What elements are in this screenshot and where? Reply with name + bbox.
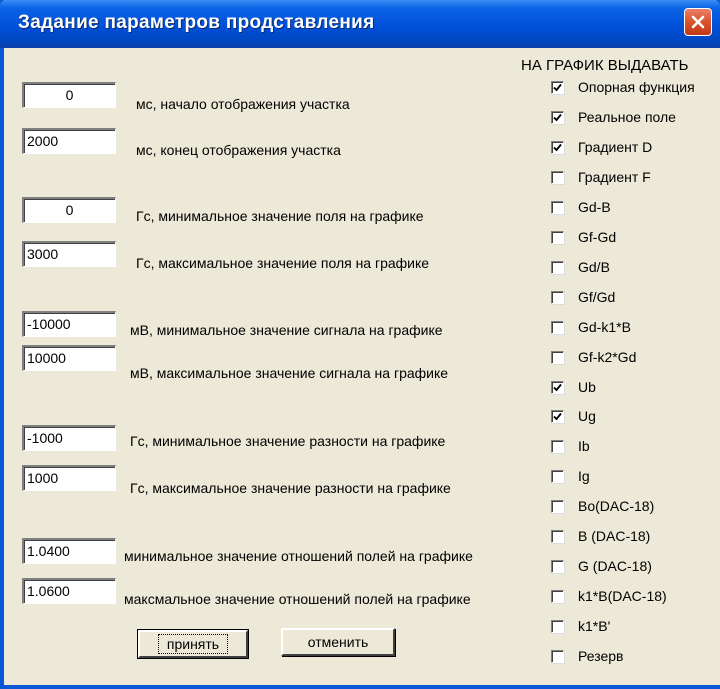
output-option[interactable]: Ig — [551, 466, 590, 486]
checkmark-icon — [553, 113, 562, 121]
ratio-min-label: минимальное значение отношений полей на … — [124, 548, 473, 564]
output-option[interactable]: Gd-k1*B — [551, 317, 631, 337]
checkbox[interactable] — [551, 439, 564, 453]
checkmark-icon — [553, 83, 562, 91]
ratio-min-input[interactable]: 1.0400 — [22, 538, 116, 564]
field-max-input[interactable]: 3000 — [22, 241, 116, 267]
output-option-label: Ib — [578, 438, 590, 454]
checkmark-icon — [553, 383, 562, 391]
signal-min-input[interactable]: -10000 — [22, 311, 116, 337]
checkbox[interactable] — [551, 260, 564, 274]
checkbox[interactable] — [551, 200, 564, 214]
signal-max-label: мВ, максимальное значение сигнала на гра… — [130, 365, 449, 381]
output-option[interactable]: Gf-k2*Gd — [551, 347, 636, 367]
checkbox[interactable] — [551, 589, 564, 603]
checkbox[interactable] — [551, 409, 564, 423]
output-option-label: Gd/B — [578, 259, 610, 275]
checkbox[interactable] — [551, 499, 564, 513]
display-start-input[interactable]: 0 — [22, 82, 116, 108]
checkbox[interactable] — [551, 350, 564, 364]
checkbox[interactable] — [551, 110, 564, 124]
checkbox[interactable] — [551, 170, 564, 184]
signal-max-input[interactable]: 10000 — [22, 345, 116, 371]
checkbox[interactable] — [551, 469, 564, 483]
ratio-max-label: максмальное значение отношений полей на … — [124, 591, 471, 607]
checkbox[interactable] — [551, 619, 564, 633]
checkbox[interactable] — [551, 140, 564, 154]
output-option-label: Резерв — [578, 648, 624, 664]
output-option[interactable]: B (DAC-18) — [551, 526, 650, 546]
output-option-label: Ub — [578, 379, 596, 395]
checkbox[interactable] — [551, 230, 564, 244]
checkmark-icon — [553, 412, 562, 420]
checkbox[interactable] — [551, 320, 564, 334]
output-option[interactable]: Реальное поле — [551, 107, 676, 127]
dialog-window: Задание параметров продставления НА ГРАФ… — [0, 0, 720, 689]
output-option[interactable]: Gf-Gd — [551, 227, 616, 247]
output-option[interactable]: k1*B(DAC-18) — [551, 586, 667, 606]
output-option[interactable]: Опорная функция — [551, 77, 695, 97]
close-button[interactable] — [684, 8, 712, 36]
difference-max-label: Гс, максимальное значение разности на гр… — [130, 480, 451, 496]
checkbox[interactable] — [551, 290, 564, 304]
output-option[interactable]: k1*B' — [551, 616, 610, 636]
window-title: Задание параметров продставления — [18, 12, 375, 33]
checkmark-icon — [553, 143, 562, 151]
close-icon — [691, 15, 705, 29]
output-option[interactable]: Gf/Gd — [551, 287, 615, 307]
output-option-label: Gd-B — [578, 199, 611, 215]
output-option[interactable]: G (DAC-18) — [551, 556, 652, 576]
output-option-label: k1*B(DAC-18) — [578, 588, 667, 604]
output-option[interactable]: Gd-B — [551, 197, 611, 217]
checkbox[interactable] — [551, 529, 564, 543]
output-option[interactable]: Gd/B — [551, 257, 610, 277]
checkbox[interactable] — [551, 559, 564, 573]
checkbox[interactable] — [551, 80, 564, 94]
ratio-max-input[interactable]: 1.0600 — [22, 578, 116, 604]
output-option-label: G (DAC-18) — [578, 558, 652, 574]
dialog-body: НА ГРАФИК ВЫДАВАТЬ 0 мс, начало отображе… — [8, 48, 720, 685]
output-option-label: Градиент F — [578, 169, 651, 185]
title-bar[interactable]: Задание параметров продставления — [0, 0, 720, 48]
field-min-input[interactable]: 0 — [22, 197, 116, 223]
output-option[interactable]: Ib — [551, 436, 590, 456]
cancel-button-label: отменить — [307, 634, 369, 650]
signal-min-label: мВ, минимальное значение сигнала на граф… — [130, 322, 443, 338]
output-option[interactable]: Градиент D — [551, 137, 652, 157]
display-start-label: мс, начало отображения участка — [136, 96, 350, 112]
output-option[interactable]: Ub — [551, 377, 596, 397]
output-option-label: Gf/Gd — [578, 289, 616, 305]
display-end-input[interactable]: 2000 — [22, 128, 116, 154]
difference-max-input[interactable]: 1000 — [22, 465, 116, 491]
output-option-label: B (DAC-18) — [578, 528, 651, 544]
accept-button-label: принять — [157, 634, 229, 654]
output-option-label: Ig — [578, 468, 590, 484]
output-option-label: Bo(DAC-18) — [578, 498, 655, 514]
output-option-label: Ug — [578, 408, 596, 424]
cancel-button[interactable]: отменить — [281, 628, 395, 656]
difference-min-input[interactable]: -1000 — [22, 425, 116, 451]
output-option-label: Gf-k2*Gd — [578, 349, 637, 365]
field-max-label: Гс, максимальное значение поля на график… — [136, 255, 430, 271]
output-option[interactable]: Градиент F — [551, 167, 651, 187]
accept-button[interactable]: принять — [137, 629, 249, 659]
checkbox[interactable] — [551, 380, 564, 394]
output-option-label: Gf-Gd — [578, 229, 617, 245]
output-option[interactable]: Резерв — [551, 646, 623, 666]
checkbox[interactable] — [551, 649, 564, 663]
output-section-header: НА ГРАФИК ВЫДАВАТЬ — [521, 57, 689, 74]
output-option-label: Реальное поле — [578, 109, 676, 125]
field-min-label: Гс, минимальное значение поля на графике — [136, 208, 424, 224]
output-option-label: k1*B' — [578, 618, 611, 634]
output-option[interactable]: Bo(DAC-18) — [551, 496, 654, 516]
output-option-label: Опорная функция — [578, 79, 695, 95]
difference-min-label: Гс, минимальное значение разности на гра… — [130, 433, 446, 449]
output-option-label: Gd-k1*B — [578, 319, 631, 335]
display-end-label: мс, конец отображения участка — [136, 142, 341, 158]
output-option[interactable]: Ug — [551, 406, 596, 426]
output-option-label: Градиент D — [578, 139, 653, 155]
